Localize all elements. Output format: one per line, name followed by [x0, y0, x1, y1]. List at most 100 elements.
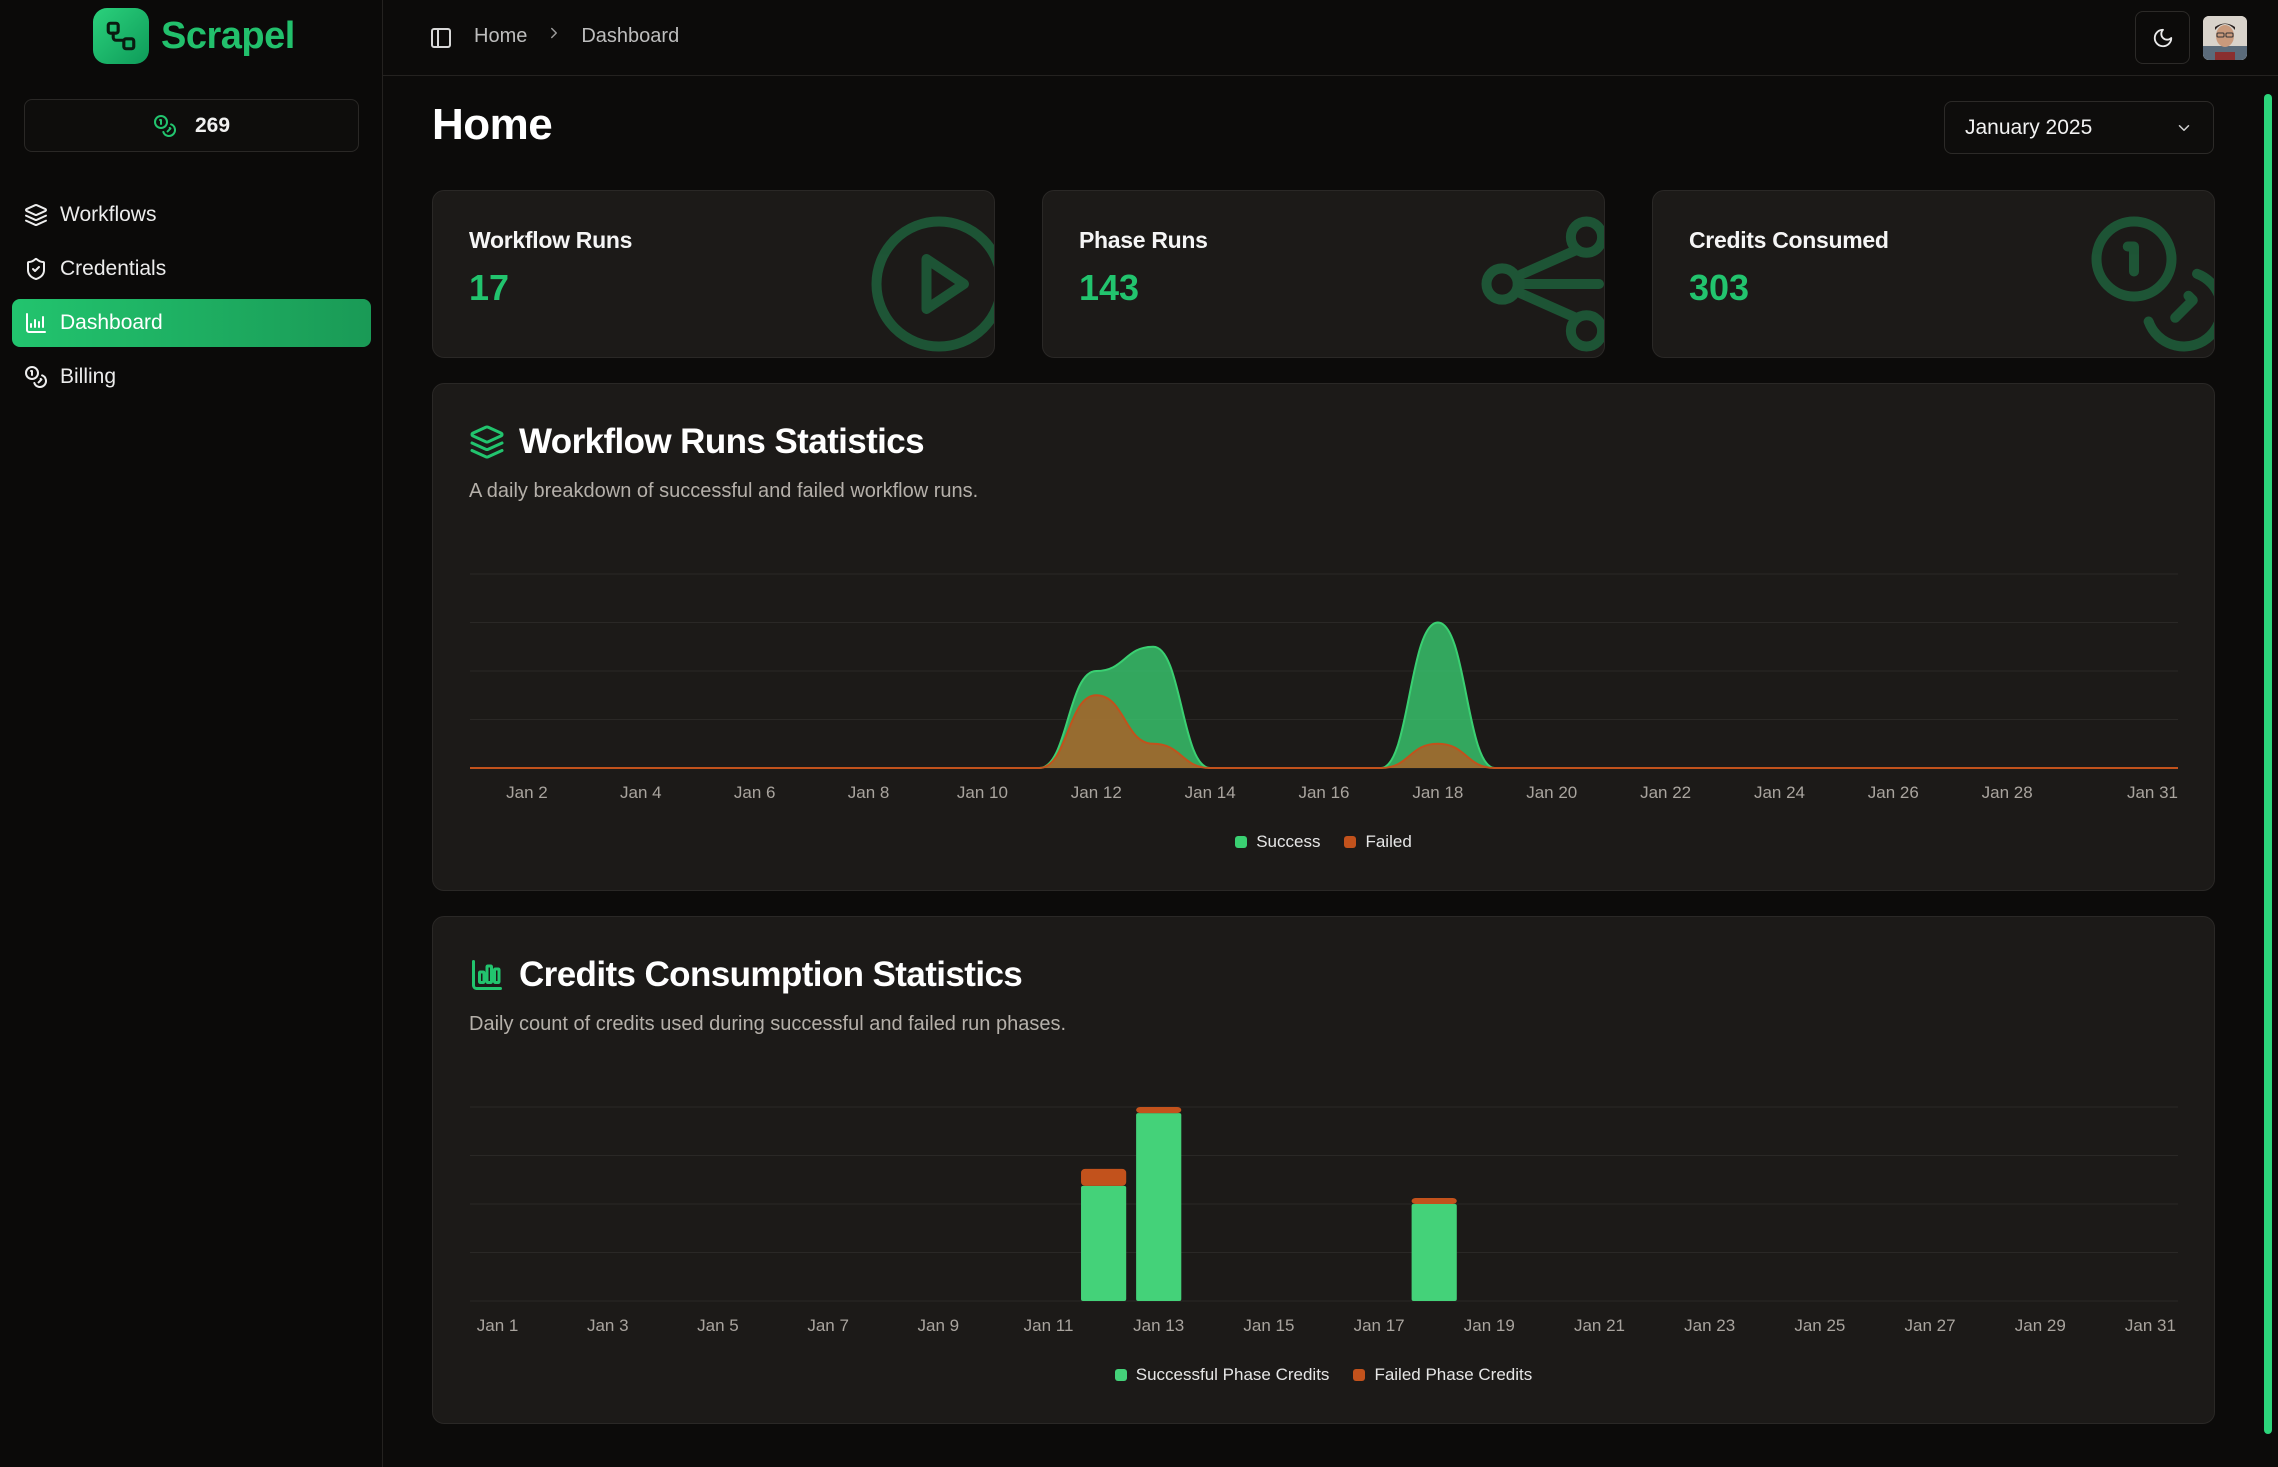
stat-value: 17 [469, 267, 510, 308]
breadcrumb-dashboard[interactable]: Dashboard [581, 25, 679, 48]
page-title: Home [432, 100, 553, 149]
stat-card-credits-consumed: Credits Consumed 303 [1652, 190, 2215, 358]
sidebar-item-workflows[interactable]: Workflows [12, 191, 371, 239]
workflow-runs-chart: Jan 2 Jan 4 Jan 6 Jan 8 Jan 10 Jan 12 Jan 14 Ja… [469, 573, 2178, 802]
credits-count: 269 [194, 113, 231, 137]
coins-icon [25, 366, 47, 388]
bar-successful-phase-credits [1136, 1113, 1182, 1301]
x-tick-label: Jan 24 [1754, 783, 1805, 802]
moon-icon [2153, 28, 2172, 47]
legend-label: Failed Phase Credits [1374, 1365, 1533, 1384]
x-tick-label: Jan 16 [1298, 783, 1349, 802]
theme-toggle-button[interactable] [2135, 11, 2190, 64]
coins-icon [153, 114, 176, 137]
bar-successful-phase-credits [1411, 1204, 1457, 1301]
stat-value: 143 [1079, 267, 1140, 308]
sidebar-item-billing[interactable]: Billing [12, 353, 371, 401]
legend-item-successful-phase-credits[interactable]: Successful Phase Credits [1114, 1365, 1330, 1385]
sidebar-nav: Workflows Credentials Dashboard Billing [12, 191, 371, 407]
legend-swatch [1114, 1369, 1127, 1381]
x-tick-label: Jan 14 [1185, 783, 1236, 802]
legend-swatch [1344, 836, 1357, 848]
x-tick-label: Jan 4 [620, 783, 662, 802]
legend-item-success[interactable]: Success [1235, 832, 1320, 852]
sidebar-item-credentials[interactable]: Credentials [12, 245, 371, 293]
legend-label: Failed [1365, 832, 1412, 851]
logo-icon [93, 8, 149, 64]
x-tick-label: Jan 17 [1354, 1316, 1405, 1335]
stat-label: Phase Runs [1079, 227, 1208, 253]
sidebar-toggle-button[interactable] [429, 26, 453, 55]
stat-value: 303 [1689, 267, 1750, 308]
bar-failed-phase-credits [1136, 1107, 1182, 1114]
x-tick-label: Jan 27 [1905, 1316, 1956, 1335]
workflow-runs-panel: Workflow Runs Statistics A daily breakdo… [432, 383, 2215, 891]
legend-label: Successful Phase Credits [1135, 1365, 1330, 1384]
legend-swatch [1235, 836, 1248, 848]
legend-label: Success [1256, 832, 1321, 851]
chart-legend: Success Failed [433, 832, 2214, 852]
sidebar-item-label: Workflows [60, 203, 157, 226]
x-tick-label: Jan 8 [848, 783, 890, 802]
chart-legend: Successful Phase Credits Failed Phase Cr… [433, 1365, 2214, 1385]
bar-successful-phase-credits [1081, 1185, 1127, 1301]
sidebar: Scrapel 269 Workflows Credentials Dashbo… [0, 0, 383, 1467]
stat-label: Credits Consumed [1689, 227, 1889, 253]
x-tick-label: Jan 18 [1412, 783, 1463, 802]
bar-failed-phase-credits [1411, 1197, 1457, 1204]
x-tick-label: Jan 25 [1794, 1316, 1845, 1335]
credits-consumption-panel: Credits Consumption Statistics Daily cou… [432, 916, 2215, 1424]
stat-card-phase-runs: Phase Runs 143 [1042, 190, 1605, 358]
legend-item-failed-phase-credits[interactable]: Failed Phase Credits [1353, 1365, 1532, 1385]
coins-icon [2091, 216, 2214, 352]
x-tick-label: Jan 31 [2125, 1316, 2176, 1335]
x-tick-label: Jan 26 [1868, 783, 1919, 802]
panel-left-icon [431, 28, 451, 48]
play-circle-icon [871, 216, 994, 352]
period-select[interactable]: January 2025 [1944, 101, 2214, 154]
x-tick-label: Jan 1 [477, 1316, 519, 1335]
x-tick-label: Jan 31 [2127, 783, 2178, 802]
avatar[interactable] [2203, 16, 2247, 60]
area-success [470, 622, 2178, 768]
x-tick-label: Jan 29 [2015, 1316, 2066, 1335]
x-tick-label: Jan 3 [587, 1316, 629, 1335]
x-tick-label: Jan 12 [1071, 783, 1122, 802]
stat-label: Workflow Runs [469, 227, 633, 253]
waypoints-icon [1481, 216, 1604, 352]
x-tick-label: Jan 6 [734, 783, 776, 802]
x-tick-label: Jan 7 [807, 1316, 849, 1335]
x-tick-label: Jan 22 [1640, 783, 1691, 802]
x-tick-label: Jan 13 [1133, 1316, 1184, 1335]
chevron-right-icon [545, 24, 563, 48]
credits-consumption-chart: Jan 1 Jan 3 Jan 5 Jan 7 Jan 9 Jan 11 Jan 13 Jan… [470, 1106, 2178, 1335]
legend-item-failed[interactable]: Failed [1344, 832, 1412, 852]
x-tick-label: Jan 20 [1526, 783, 1577, 802]
x-tick-label: Jan 21 [1574, 1316, 1625, 1335]
x-tick-label: Jan 11 [1024, 1316, 1074, 1335]
x-tick-label: Jan 9 [918, 1316, 960, 1335]
sidebar-item-dashboard[interactable]: Dashboard [12, 299, 371, 347]
x-tick-label: Jan 5 [697, 1316, 739, 1335]
period-select-value: January 2025 [1965, 115, 2093, 139]
breadcrumb-home[interactable]: Home [474, 25, 527, 48]
credits-balance[interactable]: 269 [24, 99, 359, 152]
area-failed [470, 695, 2178, 768]
legend-swatch [1353, 1369, 1366, 1381]
shield-check-icon [27, 258, 45, 281]
app-logo[interactable]: Scrapel [93, 7, 295, 65]
sidebar-item-label: Billing [60, 365, 117, 388]
scrollbar-thumb[interactable] [2264, 94, 2272, 1434]
x-tick-label: Jan 19 [1464, 1316, 1515, 1335]
line-success [469, 621, 2178, 769]
layers-icon [25, 204, 47, 226]
x-tick-label: Jan 10 [957, 783, 1008, 802]
breadcrumb: Home Dashboard [474, 24, 679, 48]
top-header: Home Dashboard [383, 0, 2278, 76]
bar-failed-phase-credits [1081, 1168, 1127, 1186]
x-tick-label: Jan 28 [1982, 783, 2033, 802]
stat-card-workflow-runs: Workflow Runs 17 [432, 190, 995, 358]
x-tick-label: Jan 23 [1684, 1316, 1735, 1335]
sidebar-item-label: Credentials [60, 257, 167, 280]
app-name: Scrapel [161, 14, 295, 57]
